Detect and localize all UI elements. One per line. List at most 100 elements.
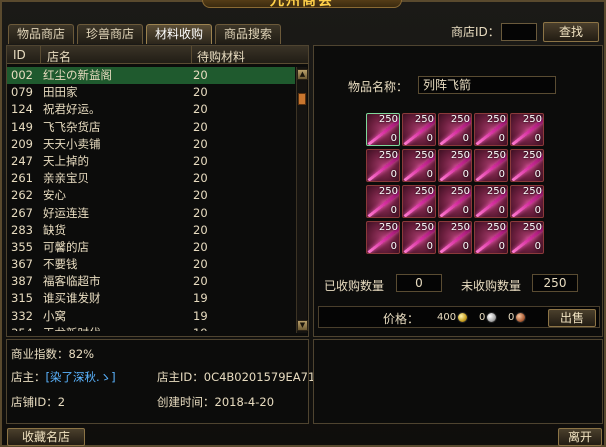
item-slot[interactable]: 250 0: [366, 113, 400, 146]
item-slot[interactable]: 250 0: [510, 113, 544, 146]
shop-list-row[interactable]: 209 天天小卖铺 20: [7, 136, 295, 153]
shop-list-row[interactable]: 247 天上掉的 20: [7, 153, 295, 170]
shop-list-row[interactable]: 367 不要钱 20: [7, 256, 295, 273]
price-bar: 价格： 400 0 0 出售: [318, 306, 600, 328]
shop-list-row[interactable]: 267 好运连连 20: [7, 205, 295, 222]
shop-row-id: 262: [11, 188, 33, 203]
item-slot[interactable]: 250 0: [438, 113, 472, 146]
item-slot[interactable]: 250 0: [366, 185, 400, 218]
shop-list-row[interactable]: 149 飞飞杂货店 20: [7, 119, 295, 136]
slot-required-qty: 250: [522, 150, 542, 161]
owner-name-link[interactable]: [染了深秋.ゝ]: [46, 370, 116, 384]
shop-list-row[interactable]: 283 缺货 20: [7, 222, 295, 239]
list-scrollbar[interactable]: ▲ ▼: [296, 67, 308, 333]
scroll-thumb[interactable]: [298, 93, 306, 105]
shop-id-label: 商店ID：: [451, 25, 500, 39]
slot-count: 0: [534, 169, 541, 180]
item-slot[interactable]: 250 0: [366, 221, 400, 254]
item-slot[interactable]: 250 0: [510, 185, 544, 218]
item-slot[interactable]: 250 0: [474, 113, 508, 146]
scroll-up-icon[interactable]: ▲: [297, 69, 308, 80]
shop-list-row[interactable]: 387 福客临超市 20: [7, 273, 295, 290]
shop-row-qty: 19: [193, 325, 233, 331]
slot-count: 0: [390, 241, 397, 252]
owner-id-value: 0C4B0201579EA71E: [203, 370, 323, 384]
item-slot[interactable]: 250 0: [366, 149, 400, 182]
slot-required-qty: 250: [378, 186, 398, 197]
slot-count: 0: [426, 133, 433, 144]
item-slot[interactable]: 250 0: [438, 185, 472, 218]
header-name: 店名: [47, 50, 72, 64]
item-slot[interactable]: 250 0: [510, 221, 544, 254]
shop-list-row[interactable]: 332 小窝 19: [7, 308, 295, 325]
item-slot[interactable]: 250 0: [474, 185, 508, 218]
slot-count: 0: [498, 205, 505, 216]
slot-count: 0: [426, 205, 433, 216]
bought-qty-field: 0: [396, 274, 442, 292]
tab-bar: 物品商店 珍兽商店 材料收购 商品搜索: [8, 24, 282, 44]
slot-count: 0: [498, 133, 505, 144]
tab-material-purchase[interactable]: 材料收购: [146, 24, 213, 44]
shop-row-id: 283: [11, 222, 33, 237]
shop-list-row[interactable]: 315 谁买谁发财 19: [7, 290, 295, 307]
shop-row-qty: 20: [193, 274, 208, 289]
slot-required-qty: 250: [378, 222, 398, 233]
tab-item-search[interactable]: 商品搜索: [215, 24, 282, 44]
shop-list-row[interactable]: 002 红尘の新益阁 20: [7, 67, 295, 85]
shop-row-id: 315: [11, 291, 33, 306]
owner-label: 店主：: [11, 370, 46, 384]
slot-count: 0: [498, 241, 505, 252]
shop-row-id: 247: [11, 153, 33, 168]
tab-pet-shop[interactable]: 珍兽商店: [77, 24, 144, 44]
item-slot[interactable]: 250 0: [402, 149, 436, 182]
shop-id-input[interactable]: [501, 23, 537, 41]
created-row: 创建时间：2018-4-20: [157, 394, 274, 410]
shop-list-panel: ID 店名 待购材料 002 红尘の新益阁 20 079 田田家 20 124 祝君好运。 20…: [6, 45, 309, 337]
item-slot-grid: 250 0 250 0 250 0 250 0 250 0 250 0 250 0 250 0 250 0 250 0…: [366, 113, 548, 256]
shop-list-row[interactable]: 262 安心 20: [7, 187, 295, 204]
item-slot[interactable]: 250 0: [438, 149, 472, 182]
slot-required-qty: 250: [450, 222, 470, 233]
shop-row-id: 149: [11, 119, 33, 134]
shop-row-name: 天龙新时代: [43, 325, 193, 331]
slot-count: 0: [462, 169, 469, 180]
shop-id-row: 店铺ID：2: [11, 394, 65, 410]
find-button[interactable]: 查找: [543, 22, 599, 42]
shop-row-name: 田田家: [43, 85, 78, 100]
slot-required-qty: 250: [414, 186, 434, 197]
shop-row-name: 福客临超市: [43, 274, 101, 289]
shop-list-header: ID 店名 待购材料: [7, 46, 308, 64]
tab-item-shop[interactable]: 物品商店: [8, 24, 75, 44]
shop-row-id: 209: [11, 136, 33, 151]
shop-list-row[interactable]: 355 可馨的店 20: [7, 239, 295, 256]
shop-row-name: 谁买谁发财: [43, 291, 101, 306]
slot-count: 0: [498, 169, 505, 180]
shop-row-id: 267: [11, 205, 33, 220]
shop-row-name: 好运连连: [43, 205, 89, 220]
item-slot[interactable]: 250 0: [402, 221, 436, 254]
shop-row-id: 079: [11, 85, 33, 100]
item-slot[interactable]: 250 0: [402, 185, 436, 218]
shop-list-row[interactable]: 124 祝君好运。 20: [7, 101, 295, 118]
item-slot[interactable]: 250 0: [402, 113, 436, 146]
slot-required-qty: 250: [414, 150, 434, 161]
slot-required-qty: 250: [522, 114, 542, 125]
sell-button[interactable]: 出售: [548, 309, 596, 327]
item-slot[interactable]: 250 0: [438, 221, 472, 254]
created-label: 创建时间：: [157, 395, 215, 409]
scroll-down-icon[interactable]: ▼: [297, 320, 308, 331]
shop-list-row[interactable]: 079 田田家 20: [7, 84, 295, 101]
item-slot[interactable]: 250 0: [474, 221, 508, 254]
shop-row-qty: 20: [193, 153, 208, 168]
slot-required-qty: 250: [486, 186, 506, 197]
created-value: 2018-4-20: [214, 395, 275, 409]
slot-count: 0: [534, 133, 541, 144]
shop-row-name: 飞飞杂货店: [43, 119, 101, 134]
favorite-shop-button[interactable]: 收藏名店: [7, 428, 85, 446]
shop-list-row[interactable]: 354 天龙新时代19: [7, 325, 295, 331]
shop-list-row[interactable]: 261 亲亲宝贝 20: [7, 170, 295, 187]
info-right-panel: [313, 339, 603, 424]
leave-button[interactable]: 离开: [558, 428, 602, 446]
item-slot[interactable]: 250 0: [510, 149, 544, 182]
item-slot[interactable]: 250 0: [474, 149, 508, 182]
